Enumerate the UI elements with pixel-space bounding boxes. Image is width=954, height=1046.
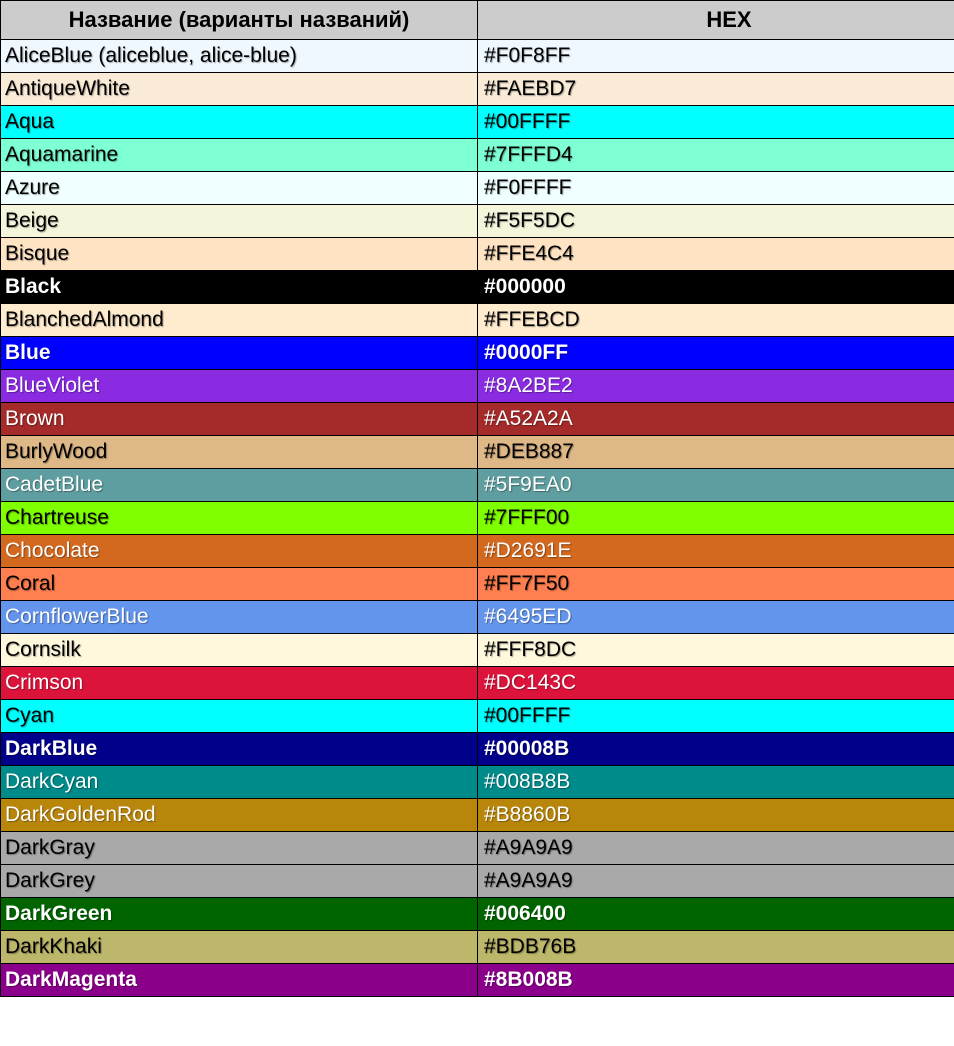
table-row: Blue#0000FF <box>1 337 954 370</box>
color-hex-cell: #00FFFF <box>478 106 954 139</box>
table-row: DarkCyan#008B8B <box>1 766 954 799</box>
table-row: Bisque#FFE4C4 <box>1 238 954 271</box>
color-name-cell: DarkGreen <box>1 898 478 931</box>
color-table: Название (варианты названий) HEX AliceBl… <box>0 0 954 997</box>
color-name-cell: DarkKhaki <box>1 931 478 964</box>
color-hex-cell: #0000FF <box>478 337 954 370</box>
color-hex-cell: #FF7F50 <box>478 568 954 601</box>
color-name-cell: BurlyWood <box>1 436 478 469</box>
color-name-cell: BlanchedAlmond <box>1 304 478 337</box>
color-hex-cell: #F0FFFF <box>478 172 954 205</box>
color-name-cell: Azure <box>1 172 478 205</box>
color-name-cell: Bisque <box>1 238 478 271</box>
color-hex-cell: #DEB887 <box>478 436 954 469</box>
color-hex-cell: #A9A9A9 <box>478 832 954 865</box>
color-hex-cell: #FFE4C4 <box>478 238 954 271</box>
table-row: Chocolate#D2691E <box>1 535 954 568</box>
color-name-cell: Aqua <box>1 106 478 139</box>
table-row: DarkGoldenRod#B8860B <box>1 799 954 832</box>
color-hex-cell: #7FFFD4 <box>478 139 954 172</box>
table-row: Azure#F0FFFF <box>1 172 954 205</box>
table-row: Coral#FF7F50 <box>1 568 954 601</box>
table-row: Cornsilk#FFF8DC <box>1 634 954 667</box>
color-hex-cell: #A52A2A <box>478 403 954 436</box>
color-name-cell: CornflowerBlue <box>1 601 478 634</box>
header-hex: HEX <box>478 1 954 40</box>
table-row: CornflowerBlue#6495ED <box>1 601 954 634</box>
color-name-cell: DarkMagenta <box>1 964 478 997</box>
table-row: DarkGreen#006400 <box>1 898 954 931</box>
color-hex-cell: #BDB76B <box>478 931 954 964</box>
table-row: Crimson#DC143C <box>1 667 954 700</box>
color-hex-cell: #F5F5DC <box>478 205 954 238</box>
color-name-cell: AliceBlue (aliceblue, alice-blue) <box>1 40 478 73</box>
table-row: Black#000000 <box>1 271 954 304</box>
color-name-cell: AntiqueWhite <box>1 73 478 106</box>
table-row: BlanchedAlmond#FFEBCD <box>1 304 954 337</box>
color-name-cell: Coral <box>1 568 478 601</box>
table-row: Cyan#00FFFF <box>1 700 954 733</box>
color-name-cell: CadetBlue <box>1 469 478 502</box>
color-name-cell: DarkGrey <box>1 865 478 898</box>
color-hex-cell: #8A2BE2 <box>478 370 954 403</box>
table-row: DarkMagenta#8B008B <box>1 964 954 997</box>
color-name-cell: Cornsilk <box>1 634 478 667</box>
table-row: Aquamarine#7FFFD4 <box>1 139 954 172</box>
color-hex-cell: #F0F8FF <box>478 40 954 73</box>
color-hex-cell: #000000 <box>478 271 954 304</box>
table-row: Beige#F5F5DC <box>1 205 954 238</box>
color-hex-cell: #FFEBCD <box>478 304 954 337</box>
color-hex-cell: #7FFF00 <box>478 502 954 535</box>
color-hex-cell: #6495ED <box>478 601 954 634</box>
color-name-cell: DarkGray <box>1 832 478 865</box>
color-name-cell: DarkCyan <box>1 766 478 799</box>
color-hex-cell: #DC143C <box>478 667 954 700</box>
color-hex-cell: #8B008B <box>478 964 954 997</box>
color-hex-cell: #006400 <box>478 898 954 931</box>
color-hex-cell: #008B8B <box>478 766 954 799</box>
color-name-cell: DarkGoldenRod <box>1 799 478 832</box>
color-hex-cell: #00008B <box>478 733 954 766</box>
color-name-cell: BlueViolet <box>1 370 478 403</box>
table-row: AntiqueWhite#FAEBD7 <box>1 73 954 106</box>
table-row: DarkGrey#A9A9A9 <box>1 865 954 898</box>
table-row: DarkBlue#00008B <box>1 733 954 766</box>
color-hex-cell: #D2691E <box>478 535 954 568</box>
table-row: DarkGray#A9A9A9 <box>1 832 954 865</box>
color-hex-cell: #FAEBD7 <box>478 73 954 106</box>
color-name-cell: Chocolate <box>1 535 478 568</box>
color-name-cell: Brown <box>1 403 478 436</box>
table-row: DarkKhaki#BDB76B <box>1 931 954 964</box>
color-hex-cell: #00FFFF <box>478 700 954 733</box>
color-name-cell: Beige <box>1 205 478 238</box>
table-row: Chartreuse#7FFF00 <box>1 502 954 535</box>
color-hex-cell: #B8860B <box>478 799 954 832</box>
header-name: Название (варианты названий) <box>1 1 478 40</box>
color-hex-cell: #5F9EA0 <box>478 469 954 502</box>
color-name-cell: DarkBlue <box>1 733 478 766</box>
color-hex-cell: #FFF8DC <box>478 634 954 667</box>
color-name-cell: Aquamarine <box>1 139 478 172</box>
table-row: Aqua#00FFFF <box>1 106 954 139</box>
color-name-cell: Cyan <box>1 700 478 733</box>
color-name-cell: Blue <box>1 337 478 370</box>
table-row: AliceBlue (aliceblue, alice-blue)#F0F8FF <box>1 40 954 73</box>
table-row: BlueViolet#8A2BE2 <box>1 370 954 403</box>
color-name-cell: Crimson <box>1 667 478 700</box>
color-name-cell: Black <box>1 271 478 304</box>
table-row: Brown#A52A2A <box>1 403 954 436</box>
header-row: Название (варианты названий) HEX <box>1 1 954 40</box>
color-hex-cell: #A9A9A9 <box>478 865 954 898</box>
color-name-cell: Chartreuse <box>1 502 478 535</box>
table-row: BurlyWood#DEB887 <box>1 436 954 469</box>
table-row: CadetBlue#5F9EA0 <box>1 469 954 502</box>
